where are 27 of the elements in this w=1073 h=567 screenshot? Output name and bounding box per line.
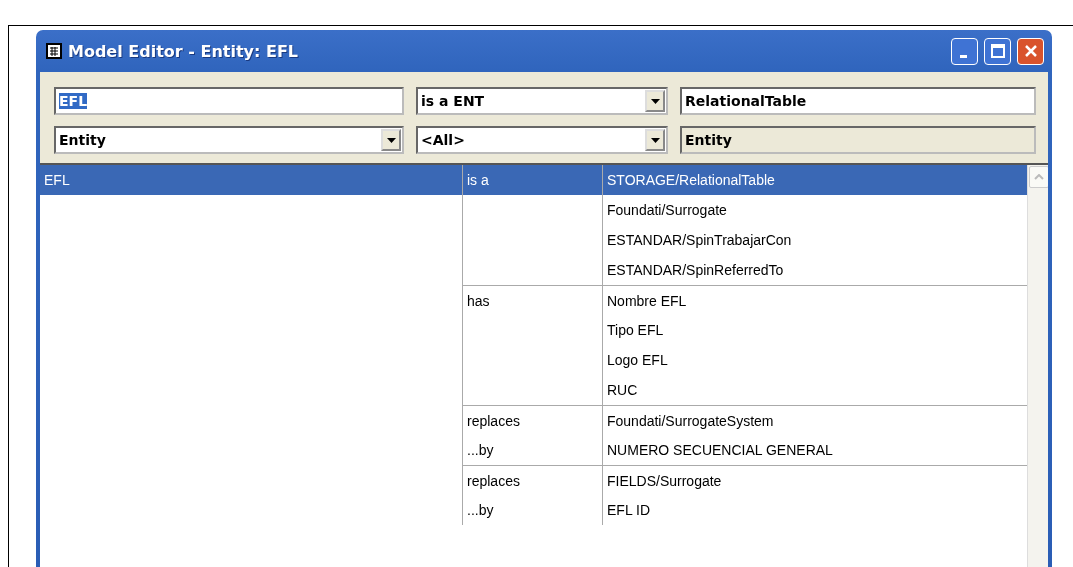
maximize-button[interactable] — [984, 37, 1011, 65]
caret-icon — [386, 137, 396, 143]
maximize-icon — [990, 44, 1005, 58]
name-field[interactable]: EFL — [54, 87, 404, 115]
target-cell[interactable]: FIELDS/Surrogate — [602, 465, 1027, 495]
kind-label: Entity — [680, 126, 1036, 154]
relation-dropdown[interactable]: is a ENT — [416, 87, 668, 115]
relation-cell: replaces — [462, 405, 602, 435]
relation-cell: is a — [462, 165, 602, 195]
minimize-button[interactable] — [951, 37, 978, 65]
filter-dropdown[interactable]: <All> — [416, 126, 668, 154]
close-button[interactable] — [1017, 37, 1044, 65]
relation-cell: has — [462, 285, 602, 315]
type-dropdown[interactable]: Entity — [54, 126, 404, 154]
entity-cell[interactable]: EFL — [40, 165, 462, 195]
target-field[interactable]: RelationalTable — [680, 87, 1036, 115]
minimize-icon — [959, 54, 967, 58]
caret-icon — [650, 98, 660, 104]
relation-cell: replaces — [462, 465, 602, 495]
target-cell[interactable]: Foundati/SurrogateSystem — [602, 405, 1027, 435]
target-cell[interactable]: Nombre EFL — [602, 285, 1027, 315]
table-icon — [46, 43, 62, 59]
target-cell[interactable]: STORAGE/RelationalTable — [602, 165, 1027, 195]
close-icon — [1023, 44, 1038, 58]
window-title: Model Editor - Entity: EFL — [68, 41, 299, 61]
scrollbar[interactable] — [1027, 165, 1048, 567]
caret-icon — [650, 137, 660, 143]
